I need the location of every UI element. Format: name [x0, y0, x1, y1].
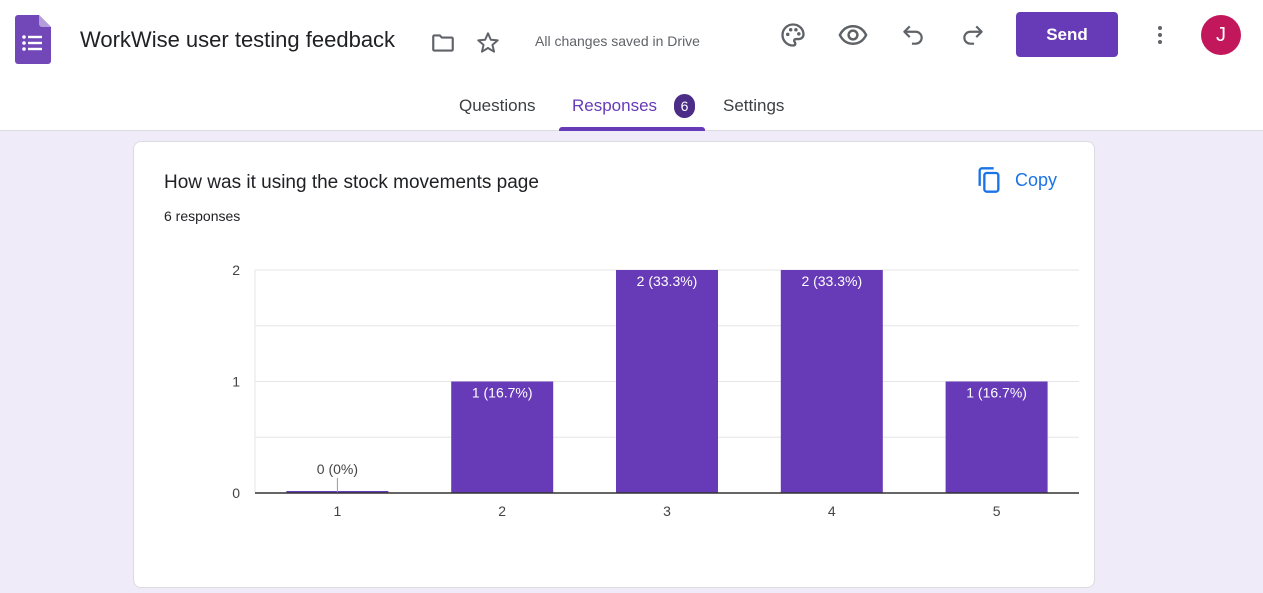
bar-value-label: 2 (33.3%): [637, 273, 698, 289]
bar-value-label: 1 (16.7%): [472, 385, 533, 401]
y-tick-label: 1: [232, 374, 240, 390]
y-tick-label: 0: [232, 485, 240, 501]
y-tick-label: 2: [232, 262, 240, 278]
bar-value-label: 2 (33.3%): [801, 273, 862, 289]
x-tick-label: 4: [828, 503, 836, 519]
chart-bar: [616, 270, 718, 493]
x-tick-label: 5: [993, 503, 1001, 519]
x-tick-label: 2: [498, 503, 506, 519]
x-tick-label: 3: [663, 503, 671, 519]
chart-bar: [780, 270, 883, 493]
response-bar-chart: 0 1 2 0 (0%) 1 1 (16.7%) 2 2 (33.3%) 3 2 (33.3%) 4…: [232, 262, 1079, 519]
bar-value-label: 0 (0%): [317, 461, 358, 477]
bar-value-label: 1 (16.7%): [966, 385, 1027, 401]
x-tick-label: 1: [334, 503, 342, 519]
